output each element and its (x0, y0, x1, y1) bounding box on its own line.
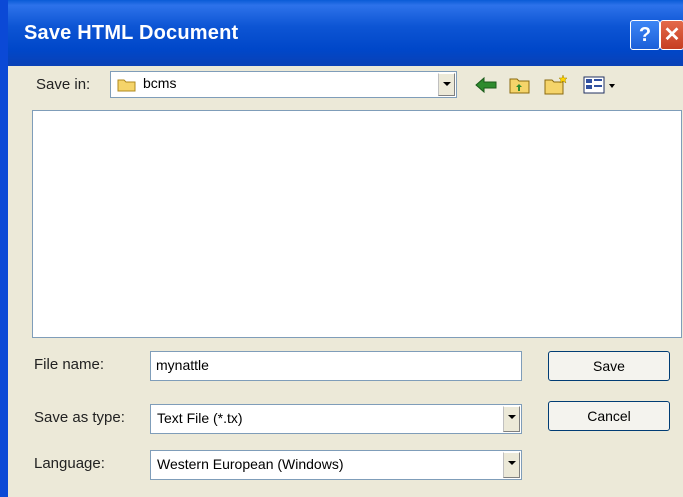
save-as-type-value: Text File (*.tx) (157, 410, 243, 426)
language-value: Western European (Windows) (157, 456, 344, 472)
save-in-value: bcms (143, 75, 177, 91)
file-name-value: mynattle (156, 357, 209, 373)
chevron-down-icon[interactable] (503, 452, 520, 478)
save-as-type-label: Save as type: (34, 409, 125, 426)
chevron-down-icon[interactable] (503, 406, 520, 432)
views-menu-icon[interactable] (582, 74, 618, 96)
back-arrow-icon[interactable] (474, 74, 498, 96)
file-name-label: File name: (34, 356, 105, 373)
save-as-type-dropdown[interactable]: Text File (*.tx) (150, 404, 522, 434)
title-bar[interactable]: Save HTML Document ? ✕ (8, 0, 683, 66)
window-title: Save HTML Document (24, 22, 239, 44)
folder-icon (117, 79, 136, 92)
chevron-down-icon[interactable] (438, 73, 455, 96)
save-in-label: Save in: (36, 76, 91, 93)
save-button[interactable]: Save (548, 351, 670, 381)
file-list[interactable] (32, 110, 682, 338)
help-icon: ? (638, 24, 652, 46)
language-label: Language: (34, 455, 105, 472)
close-button[interactable]: ✕ (660, 20, 683, 50)
file-name-input[interactable]: mynattle (150, 351, 522, 381)
save-in-dropdown[interactable]: bcms (110, 71, 457, 98)
new-folder-icon[interactable] (543, 74, 569, 96)
language-dropdown[interactable]: Western European (Windows) (150, 450, 522, 480)
close-icon: ✕ (663, 24, 681, 46)
cancel-button[interactable]: Cancel (548, 401, 670, 431)
up-folder-icon[interactable] (508, 74, 532, 96)
help-button[interactable]: ? (630, 20, 660, 50)
window-left-border (0, 0, 8, 497)
